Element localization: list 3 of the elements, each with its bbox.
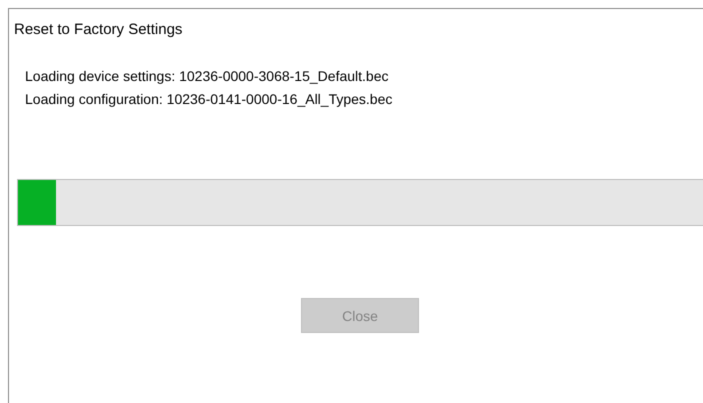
window-title: Reset to Factory Settings	[13, 20, 184, 40]
log-line: Loading configuration: 10236-0141-0000-16_All_Types.bec	[25, 90, 394, 109]
log-line: Loading device settings: 10236-0000-3068-15_Default.bec	[25, 67, 390, 86]
